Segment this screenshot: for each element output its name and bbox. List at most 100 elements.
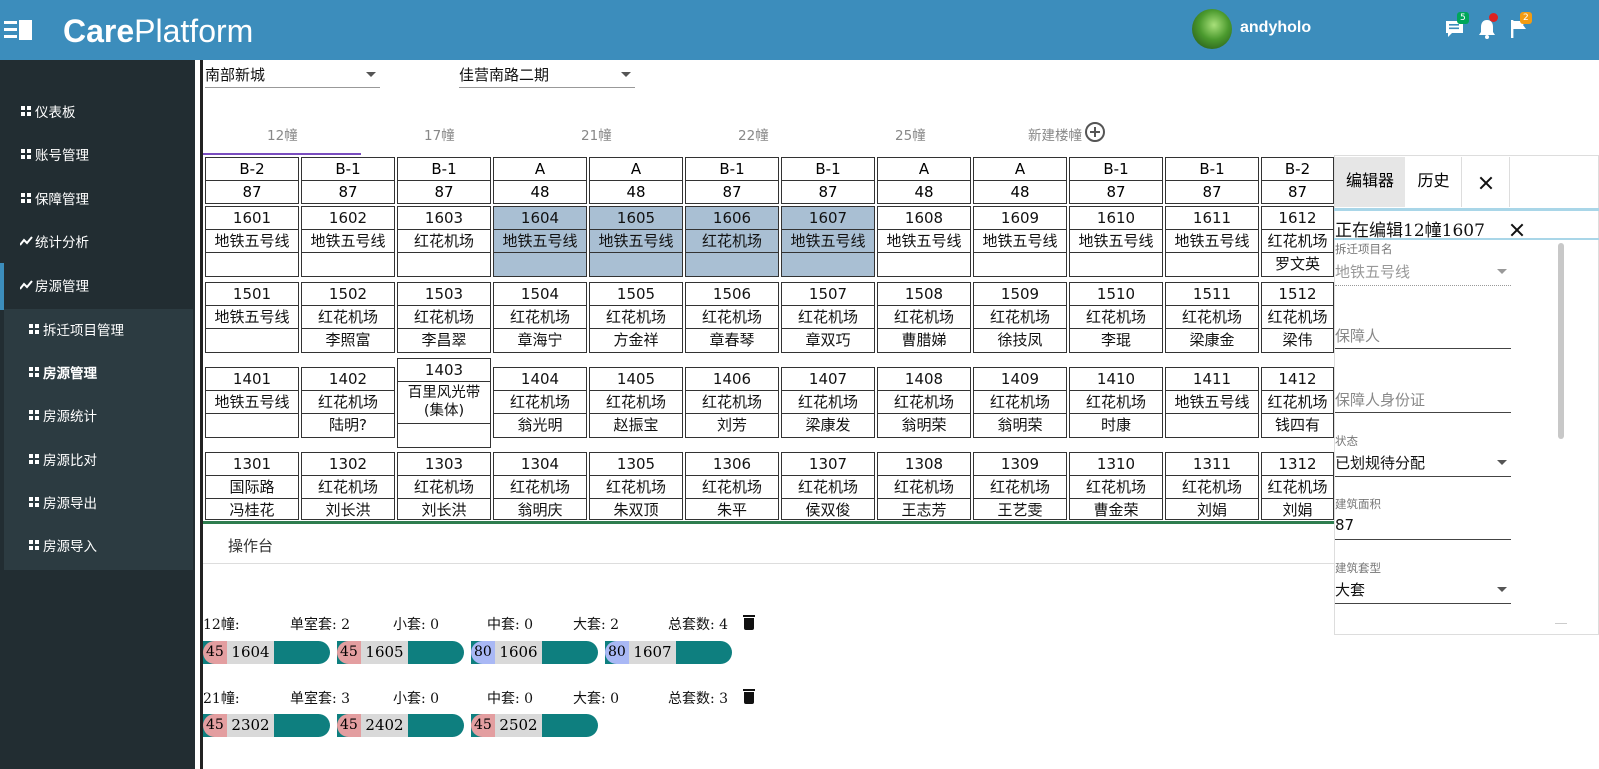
- unit-cell[interactable]: 1602 地铁五号线: [301, 206, 395, 277]
- unit-cell[interactable]: 1512 红花机场 梁伟: [1261, 282, 1334, 353]
- unit-cell[interactable]: 1403 百里风光带(集体): [397, 358, 491, 448]
- unit-cell[interactable]: 1402 红花机场 陆明?: [301, 367, 395, 438]
- status-select[interactable]: 已划规待分配: [1335, 449, 1511, 477]
- unit-cell[interactable]: 1305 红花机场 朱双顶: [589, 452, 683, 520]
- unit-cell[interactable]: 1309 红花机场 王艺雯: [973, 452, 1067, 520]
- unit-cell[interactable]: 1304 红花机场 翁明庆: [493, 452, 587, 520]
- unit-cell[interactable]: 1611 地铁五号线: [1165, 206, 1259, 277]
- unit-cell[interactable]: 1510 红花机场 李琨: [1069, 282, 1163, 353]
- unit-cell[interactable]: 1504 红花机场 章海宁: [493, 282, 587, 353]
- project-select[interactable]: 佳营南路二期: [459, 62, 635, 88]
- panel-close-button[interactable]: [1461, 157, 1510, 207]
- project-select[interactable]: 地铁五号线: [1335, 258, 1511, 286]
- tab-editor[interactable]: 编辑器: [1335, 157, 1405, 207]
- unit-cell[interactable]: 1508 红花机场 曹腊娣: [877, 282, 971, 353]
- sidebar-subitem-demolition[interactable]: 拆迁项目管理: [0, 309, 195, 349]
- console-bar[interactable]: [203, 524, 1334, 564]
- scrollbar-thumb[interactable]: [1558, 243, 1564, 439]
- guarantor-input[interactable]: 保障人: [1335, 320, 1511, 349]
- unit-chip[interactable]: 45 2302: [203, 714, 330, 737]
- unit-cell[interactable]: 1405 红花机场 赵振宝: [589, 367, 683, 438]
- unit-cell[interactable]: 1311 红花机场 刘娟: [1165, 452, 1259, 520]
- sidebar-item-statistics[interactable]: 统计分析: [0, 221, 195, 261]
- unit-cell[interactable]: 1606 红花机场: [685, 206, 779, 277]
- unit-cell[interactable]: 1601 地铁五号线: [205, 206, 299, 277]
- unit-cell[interactable]: 1503 红花机场 李昌翠: [397, 282, 491, 353]
- username[interactable]: andyholo: [1240, 19, 1311, 37]
- unit-cell[interactable]: 1501 地铁五号线: [205, 282, 299, 353]
- tab-building-25[interactable]: 25幢: [895, 124, 926, 144]
- user-avatar[interactable]: [1192, 9, 1232, 49]
- unit-cell[interactable]: 1509 红花机场 徐技凤: [973, 282, 1067, 353]
- sidebar-subitem-stats[interactable]: 房源统计: [0, 395, 195, 435]
- unit-cell[interactable]: 1507 红花机场 章双巧: [781, 282, 875, 353]
- brand-logo[interactable]: CarePlatform: [63, 13, 253, 50]
- trash-icon[interactable]: [743, 689, 755, 704]
- add-circle-icon[interactable]: [1085, 122, 1105, 142]
- unit-cell[interactable]: 1409 红花机场 翁明荣: [973, 367, 1067, 438]
- sidebar-toggle-icon[interactable]: [4, 20, 32, 42]
- sidebar-subitem-export[interactable]: 房源导出: [0, 482, 195, 522]
- district-select[interactable]: 南部新城: [205, 62, 380, 88]
- unit-cell[interactable]: 1406 红花机场 刘芳: [685, 367, 779, 438]
- bell-icon[interactable]: [1476, 13, 1498, 40]
- unit-cell[interactable]: 1610 地铁五号线: [1069, 206, 1163, 277]
- unit-cell[interactable]: 1502 红花机场 李照富: [301, 282, 395, 353]
- unit-cell[interactable]: 1310 红花机场 曹金荣: [1069, 452, 1163, 520]
- console-label[interactable]: 操作台: [228, 535, 273, 556]
- area-input[interactable]: 87: [1335, 512, 1511, 540]
- sidebar-item-guarantee[interactable]: 保障管理: [0, 178, 195, 218]
- tab-building-17[interactable]: 17幢: [424, 124, 455, 144]
- sidebar-item-dashboard[interactable]: 仪表板: [0, 91, 195, 131]
- unit-cell[interactable]: 1404 红花机场 翁光明: [493, 367, 587, 438]
- unit-cell[interactable]: 1612 红花机场 罗文英: [1261, 206, 1334, 277]
- tab-building-22[interactable]: 22幢: [738, 124, 769, 144]
- unit-cell[interactable]: 1407 红花机场 梁康发: [781, 367, 875, 438]
- unit-chip[interactable]: 80 1607: [605, 641, 732, 664]
- unit-cell[interactable]: 1411 地铁五号线: [1165, 367, 1259, 438]
- type-select[interactable]: 大套: [1335, 576, 1511, 604]
- close-icon[interactable]: [1509, 222, 1525, 238]
- unit-cell[interactable]: 1609 地铁五号线: [973, 206, 1067, 277]
- unit-cell[interactable]: 1603 红花机场: [397, 206, 491, 277]
- sidebar-subitem-housing-active[interactable]: 房源管理: [0, 352, 195, 392]
- unit-chip[interactable]: 45 2402: [337, 714, 464, 737]
- unit-chip[interactable]: 80 1606: [471, 641, 598, 664]
- unit-chip[interactable]: 45 2502: [471, 714, 598, 737]
- unit-cell[interactable]: 1506 红花机场 章春琴: [685, 282, 779, 353]
- unit-cell[interactable]: 1410 红花机场 时康: [1069, 367, 1163, 438]
- unit-cell[interactable]: 1303 红花机场 刘长洪: [397, 452, 491, 520]
- messages-icon[interactable]: 5: [1444, 12, 1469, 40]
- new-building-button[interactable]: 新建楼幢: [1028, 124, 1082, 144]
- unit-cell[interactable]: 1306 红花机场 朱平: [685, 452, 779, 520]
- unit-cell[interactable]: 1505 红花机场 方金祥: [589, 282, 683, 353]
- flag-icon[interactable]: 2: [1508, 12, 1532, 40]
- sidebar-subitem-import[interactable]: 房源导入: [0, 525, 195, 565]
- unit-cell[interactable]: 1302 红花机场 刘长洪: [301, 452, 395, 520]
- unit-cell[interactable]: 1308 红花机场 王志芳: [877, 452, 971, 520]
- trash-icon[interactable]: [743, 615, 755, 630]
- tab-building-21[interactable]: 21幢: [581, 124, 612, 144]
- sidebar-subitem-compare[interactable]: 房源比对: [0, 439, 195, 479]
- unit-chip[interactable]: 45 1604: [203, 641, 330, 664]
- unit-cell[interactable]: 1408 红花机场 翁明荣: [877, 367, 971, 438]
- unit-cell[interactable]: 1401 地铁五号线: [205, 367, 299, 438]
- unit-cell[interactable]: 1605 地铁五号线: [589, 206, 683, 277]
- unit-project: 地铁五号线: [782, 230, 874, 253]
- tab-building-12[interactable]: 12幢: [267, 124, 298, 144]
- unit-cell[interactable]: 1312 红花机场 刘娟: [1261, 452, 1334, 520]
- sidebar-item-housing[interactable]: 房源管理: [0, 265, 195, 305]
- unit-cell[interactable]: 1301 国际路 冯桂花: [205, 452, 299, 520]
- unit-cell[interactable]: 1604 地铁五号线: [493, 206, 587, 277]
- unit-cell[interactable]: 1608 地铁五号线: [877, 206, 971, 277]
- sidebar-item-accounts[interactable]: 账号管理: [0, 134, 195, 174]
- tab-history[interactable]: 历史: [1406, 157, 1461, 207]
- unit-chip[interactable]: 45 1605: [337, 641, 464, 664]
- unit-cell[interactable]: 1412 红花机场 钱四有: [1261, 367, 1334, 438]
- unit-cell[interactable]: 1511 红花机场 梁康金: [1165, 282, 1259, 353]
- unit-project: 红花机场: [1262, 476, 1333, 499]
- unit-cell[interactable]: 1607 地铁五号线: [781, 206, 875, 277]
- unit-cell[interactable]: 1307 红花机场 侯双俊: [781, 452, 875, 520]
- close-icon: [1478, 175, 1494, 191]
- guarantor-id-input[interactable]: 保障人身份证: [1335, 384, 1511, 413]
